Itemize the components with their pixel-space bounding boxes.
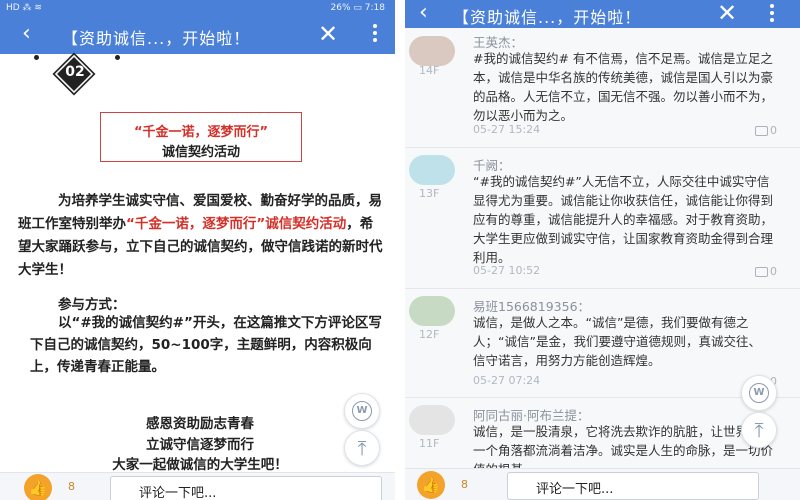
back-icon[interactable]: ‹ (419, 1, 428, 25)
back-icon[interactable]: ‹ (22, 22, 31, 46)
reply-button[interactable]: 0 (755, 124, 777, 137)
left-screen: HD ⁂ ≋ 26% ▭ 7:18 ‹ 【资助诚信...，开始啦！ ✕ 02 “… (0, 0, 395, 500)
weibo-icon: W (352, 401, 372, 421)
like-count: 8 (461, 478, 468, 491)
activity-title-box: “千金一诺，逐梦而行” 诚信契约活动 (100, 112, 302, 162)
thumbs-up-icon: 👍 (28, 479, 48, 497)
reply-count: 0 (770, 124, 777, 137)
comment-text: #我的诚信契约# 有不信焉，信不足焉。诚信是立足之本，诚信是中华名族的传统美德，… (473, 51, 774, 123)
comment-floor: 13F (419, 187, 440, 200)
comment-time: 05-27 07:24 (473, 374, 541, 387)
close-icon[interactable]: ✕ (717, 0, 737, 26)
status-bar: HD ⁂ ≋ 26% ▭ 7:18 (0, 0, 395, 16)
comment-time: 05-27 10:52 (473, 264, 541, 277)
weibo-icon: W (749, 383, 769, 403)
arrow-up-icon: ⤒ (357, 436, 367, 460)
page-title: 【资助诚信...，开始啦！ (453, 8, 642, 27)
more-icon[interactable] (372, 21, 378, 47)
bottom-bar: 👍 8 评论一下吧... (0, 472, 395, 500)
reply-button[interactable]: 0 (755, 265, 777, 278)
like-count: 8 (68, 480, 75, 493)
avatar (409, 405, 455, 435)
scroll-top-button[interactable]: ⤒ (741, 412, 777, 448)
comment-floor: 14F (419, 64, 440, 77)
nav-bar: ‹ 【资助诚信...，开始啦！ ✕ (405, 0, 800, 28)
comment-item[interactable]: 13F 千阙： “#我的诚信契约#”人无信不立，人际交往中诚实守信显得尤为重要。… (405, 149, 800, 289)
comment-text: 诚信，是做人之本。“诚信”是德，我们要做有德之人；“诚信”是金，我们要遵守道德规… (473, 315, 761, 368)
slogan-line: 大家一起做诚信的大学生吧！ (112, 457, 288, 473)
avatar (409, 36, 455, 66)
comment-list: 14F 王英杰： #我的诚信契约# 有不信焉，信不足焉。诚信是立足之本，诚信是中… (405, 28, 800, 477)
slogan-line: 感恩资助励志青春 (146, 416, 254, 432)
bottom-bar: 👍 8 评论一下吧... (405, 468, 800, 500)
comment-input[interactable]: 评论一下吧... (110, 476, 382, 500)
like-button[interactable]: 👍 (24, 474, 52, 500)
weibo-share-button[interactable]: W (741, 375, 777, 411)
intro-paragraph: 为培养学生诚实守信、爱国爱校、勤奋好学的品质，易班工作室特别举办“千金一诺，逐梦… (18, 190, 386, 282)
weibo-share-button[interactable]: W (344, 393, 380, 429)
page-title: 【资助诚信...，开始啦！ (62, 29, 251, 48)
participation-text: 以“#我的诚信契约#”开头，在这篇推文下方评论区写下自己的诚信契约，50~100… (30, 315, 382, 375)
arrow-up-icon: ⤒ (754, 418, 764, 442)
comment-item[interactable]: 12F 易班1566819356： 诚信，是做人之本。“诚信”是德，我们要做有德… (405, 290, 800, 398)
activity-name: 诚信契约活动 (161, 145, 240, 160)
decor-dot (34, 55, 39, 60)
intro-highlight: “千金一诺，逐梦而行”诚信契约活动 (126, 216, 347, 232)
status-left: HD ⁂ ≋ (6, 3, 42, 13)
slogan-line: 立诚守信逐梦而行 (146, 437, 254, 453)
participation-heading: 参与方式： (58, 297, 126, 313)
comment-text: “#我的诚信契约#”人无信不立，人际交往中诚实守信显得尤为重要。诚信能让你收获信… (473, 174, 774, 265)
reply-count: 0 (770, 265, 777, 278)
right-screen: ‹ 【资助诚信...，开始啦！ ✕ 14F 王英杰： #我的诚信契约# 有不信焉… (405, 0, 800, 500)
comment-icon (755, 267, 768, 277)
close-icon[interactable]: ✕ (318, 21, 338, 47)
more-icon[interactable] (769, 1, 775, 27)
section-badge: 02 (50, 52, 110, 96)
comment-icon (755, 126, 768, 136)
status-right: 26% ▭ 7:18 (330, 3, 385, 13)
comment-floor: 11F (419, 437, 440, 450)
avatar (409, 155, 455, 185)
activity-slogan: “千金一诺，逐梦而行” (133, 125, 269, 140)
comment-floor: 12F (419, 328, 440, 341)
badge-number: 02 (65, 64, 85, 80)
decor-dot (115, 55, 120, 60)
comment-input[interactable]: 评论一下吧... (507, 472, 759, 500)
thumbs-up-icon: 👍 (421, 476, 441, 494)
comment-item[interactable]: 14F 王英杰： #我的诚信契约# 有不信焉，信不足焉。诚信是立足之本，诚信是中… (405, 28, 800, 148)
scroll-top-button[interactable]: ⤒ (344, 430, 380, 466)
nav-bar: ‹ 【资助诚信...，开始啦！ ✕ (0, 16, 395, 54)
comment-time: 05-27 15:24 (473, 123, 541, 136)
avatar (409, 296, 455, 326)
like-button[interactable]: 👍 (417, 471, 445, 499)
